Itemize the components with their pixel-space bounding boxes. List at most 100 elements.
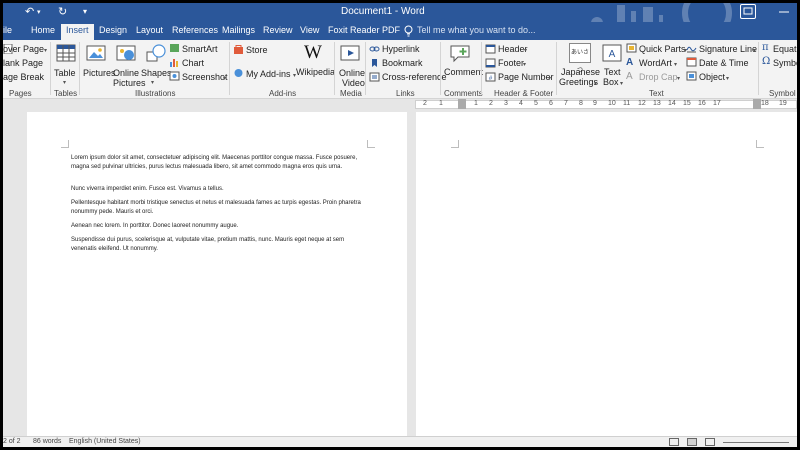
tell-me-search[interactable]: Tell me what you want to do... xyxy=(417,25,536,35)
document-paragraph[interactable]: Aenean nec lorem. In porttitor. Donec la… xyxy=(71,222,365,231)
tab-foxit-reader-pdf[interactable]: Foxit Reader PDF xyxy=(328,25,400,35)
tab-layout[interactable]: Layout xyxy=(136,25,163,35)
page-break-button[interactable]: age Break xyxy=(3,72,44,82)
tab-insert[interactable]: Insert xyxy=(61,24,94,40)
text-box-dropdown-icon[interactable]: ▾ xyxy=(620,79,623,89)
online-video-button[interactable]: Online xyxy=(339,68,365,78)
web-layout-button[interactable] xyxy=(705,438,715,446)
tab-references[interactable]: References xyxy=(172,25,218,35)
ruler-number: 2 xyxy=(423,100,427,107)
screenshot-dropdown-icon[interactable]: ▾ xyxy=(223,74,226,84)
blank-page-button[interactable]: lank Page xyxy=(3,58,43,68)
undo-icon[interactable]: ↶ xyxy=(25,5,34,18)
word-window: ↶ ▾ ↻ ▾ Document1 - Word ile Home Insert… xyxy=(3,3,797,447)
footer-dropdown-icon[interactable]: ▾ xyxy=(523,60,526,70)
word-count-status[interactable]: 86 words xyxy=(33,438,61,445)
document-workspace[interactable]: Lorem ipsum dolor sit amet, consectetuer… xyxy=(3,110,797,436)
header-dropdown-icon[interactable]: ▾ xyxy=(524,46,527,56)
customize-quick-access-icon[interactable]: ▾ xyxy=(83,7,87,16)
lightbulb-icon xyxy=(404,25,413,37)
tab-home[interactable]: Home xyxy=(31,25,55,35)
read-mode-button[interactable] xyxy=(669,438,679,446)
japanese-greetings-button-line2[interactable]: Greetings xyxy=(559,77,598,87)
group-label-symbols: Symbol xyxy=(769,89,796,98)
cover-page-dropdown-icon[interactable]: ▾ xyxy=(44,46,47,56)
wikipedia-icon: W xyxy=(304,42,322,63)
document-paragraph[interactable]: Nunc viverra imperdiet enim. Fusce est. … xyxy=(71,185,365,194)
right-indent-marker[interactable] xyxy=(753,99,761,109)
group-separator xyxy=(481,42,482,95)
table-dropdown-icon[interactable]: ▾ xyxy=(63,78,66,88)
print-layout-button[interactable] xyxy=(687,438,697,446)
tab-design[interactable]: Design xyxy=(99,25,127,35)
horizontal-ruler[interactable]: 2 1 1 2 3 4 5 6 7 8 9 10 11 12 13 14 15 … xyxy=(3,99,797,110)
page-count-status[interactable]: 2 of 2 xyxy=(3,438,21,445)
japanese-greetings-button[interactable]: Japanese xyxy=(561,67,600,77)
document-paragraph[interactable]: Pellentesque habitant morbi tristique se… xyxy=(71,199,365,217)
ruler-number: 10 xyxy=(608,100,616,107)
tab-mailings[interactable]: Mailings xyxy=(222,25,255,35)
ruler-number: 8 xyxy=(579,100,583,107)
group-label-addins: Add-ins xyxy=(269,89,297,98)
group-separator xyxy=(229,42,230,95)
table-button[interactable]: Table xyxy=(54,68,76,78)
ribbon-insert: over Page ▾ lank Page age Break Pages Ta… xyxy=(3,40,797,99)
tab-view[interactable]: View xyxy=(300,25,319,35)
japanese-greetings-dropdown-icon[interactable]: ▾ xyxy=(594,79,597,89)
minimize-button[interactable] xyxy=(776,4,792,19)
document-page-1[interactable]: Lorem ipsum dolor sit amet, consectetuer… xyxy=(27,112,407,436)
redo-icon[interactable]: ↻ xyxy=(58,5,67,18)
ruler-number: 14 xyxy=(668,100,676,107)
screenshot-button[interactable]: Screenshot xyxy=(182,72,228,82)
comment-button[interactable]: Comment xyxy=(444,67,483,77)
drop-cap-button[interactable]: Drop Cap xyxy=(639,72,678,82)
shapes-button[interactable]: Shapes xyxy=(141,68,172,78)
ribbon-display-options-button[interactable] xyxy=(740,4,756,19)
document-paragraph[interactable]: Suspendisse dui purus, scelerisque at, v… xyxy=(71,236,365,254)
signature-line-dropdown-icon[interactable]: ▾ xyxy=(753,46,756,56)
object-dropdown-icon[interactable]: ▾ xyxy=(726,74,729,84)
wordart-dropdown-icon[interactable]: ▾ xyxy=(674,60,677,70)
tab-review[interactable]: Review xyxy=(263,25,293,35)
chart-icon xyxy=(170,59,178,67)
my-addins-button[interactable]: My Add-ins xyxy=(246,69,291,79)
hyperlink-button[interactable]: Hyperlink xyxy=(382,44,420,54)
online-pictures-button[interactable]: Online xyxy=(113,68,139,78)
footer-button[interactable]: Footer xyxy=(498,58,524,68)
language-status[interactable]: English (United States) xyxy=(69,438,141,445)
ribbon-options-icon xyxy=(743,7,753,15)
tab-file[interactable]: ile xyxy=(3,25,12,35)
quick-parts-button[interactable]: Quick Parts xyxy=(639,44,686,54)
equation-button[interactable]: Equatio xyxy=(773,44,797,54)
cross-reference-button[interactable]: Cross-reference xyxy=(382,72,447,82)
chart-button[interactable]: Chart xyxy=(182,58,204,68)
left-indent-marker[interactable] xyxy=(458,99,466,109)
text-box-button-line2[interactable]: Box xyxy=(603,77,619,87)
page-number-dropdown-icon[interactable]: ▾ xyxy=(548,74,551,84)
online-pictures-icon xyxy=(116,45,136,61)
smartart-button[interactable]: SmartArt xyxy=(182,44,218,54)
online-video-button-line2[interactable]: Video xyxy=(342,78,365,88)
cover-page-button[interactable]: over Page xyxy=(3,44,44,54)
drop-cap-dropdown-icon[interactable]: ▾ xyxy=(677,74,680,84)
pictures-button[interactable]: Pictures xyxy=(83,68,116,78)
ruler-number: 3 xyxy=(504,100,508,107)
shapes-dropdown-icon[interactable]: ▾ xyxy=(151,78,154,88)
cross-reference-icon xyxy=(369,72,380,82)
online-pictures-button-line2[interactable]: Pictures xyxy=(113,78,146,88)
ruler-bar xyxy=(415,100,797,109)
symbol-button[interactable]: Symbo xyxy=(773,58,797,68)
store-button[interactable]: Store xyxy=(246,45,268,55)
text-box-button[interactable]: Text xyxy=(604,67,621,77)
wordart-button[interactable]: WordArt xyxy=(639,58,672,68)
zoom-slider[interactable] xyxy=(723,442,789,443)
document-page-2[interactable] xyxy=(416,112,797,436)
bookmark-button[interactable]: Bookmark xyxy=(382,58,423,68)
wikipedia-button[interactable]: Wikipedia xyxy=(296,67,335,77)
undo-dropdown-icon[interactable]: ▾ xyxy=(37,8,41,16)
signature-line-button[interactable]: Signature Line xyxy=(699,44,757,54)
date-time-button[interactable]: Date & Time xyxy=(699,58,749,68)
page-number-button[interactable]: Page Number xyxy=(498,72,554,82)
document-paragraph[interactable]: Lorem ipsum dolor sit amet, consectetuer… xyxy=(71,154,365,172)
object-button[interactable]: Object xyxy=(699,72,725,82)
